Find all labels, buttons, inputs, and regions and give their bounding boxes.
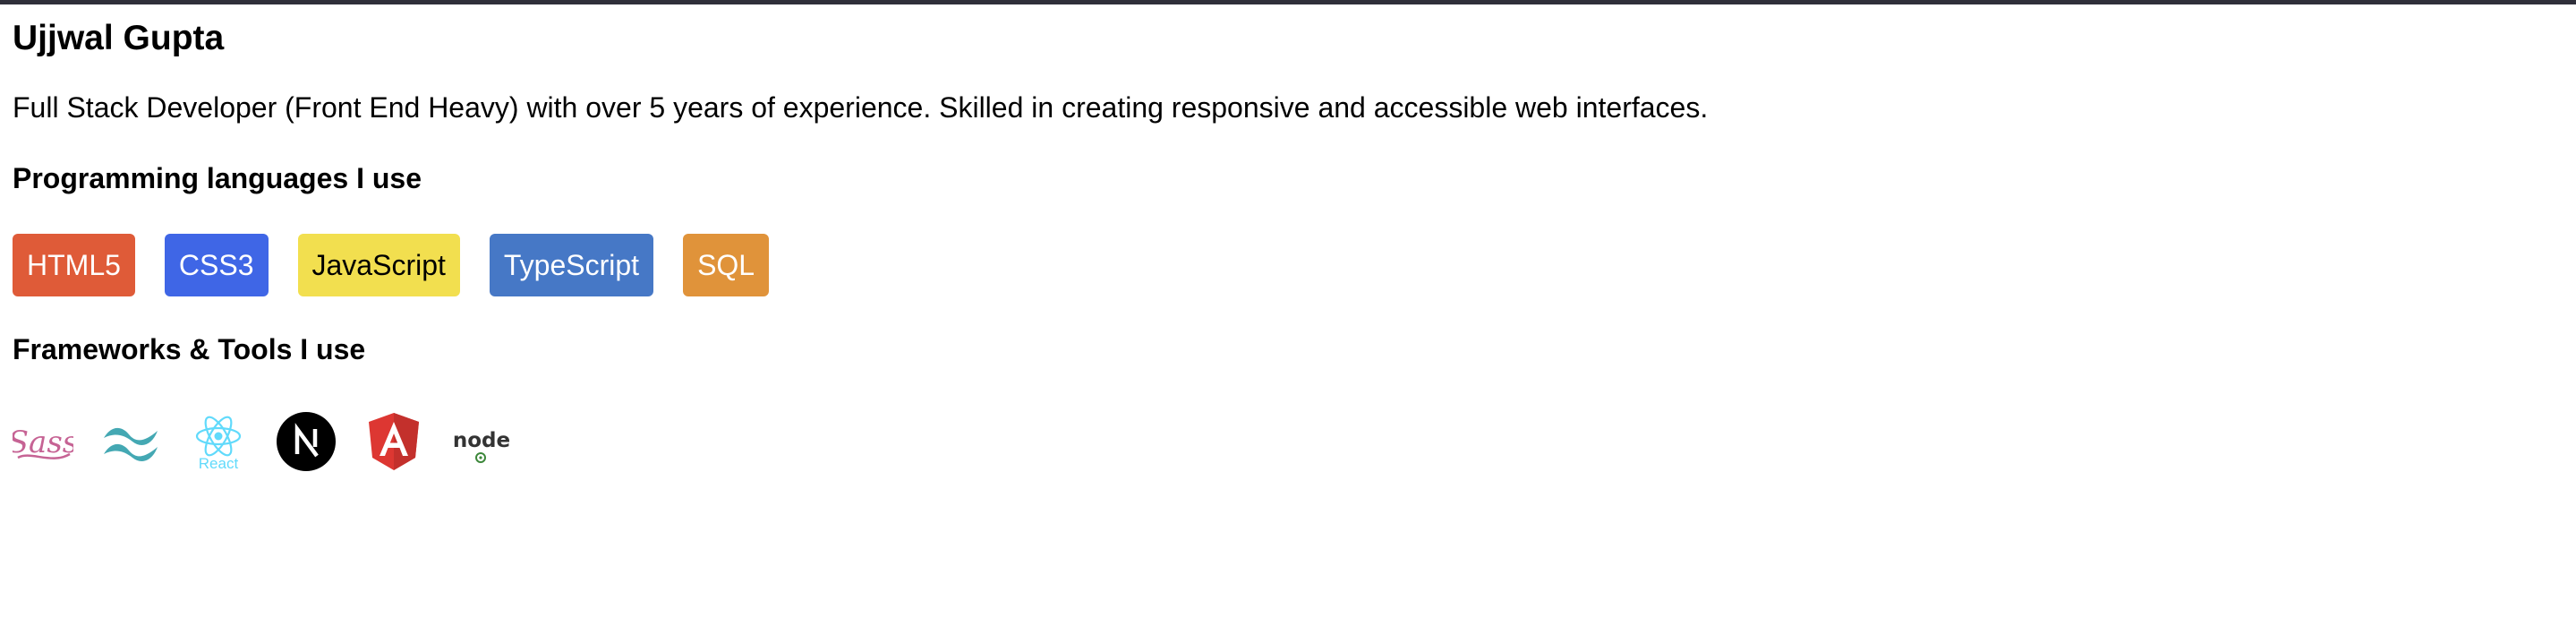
nextjs-icon [276,411,337,472]
react-wordmark: React [199,455,239,472]
node-wordmark: node [453,429,510,452]
tools-heading: Frameworks & Tools I use [13,333,366,365]
badge-html5[interactable]: HTML5 [13,234,135,296]
language-badges: HTML5 CSS3 JavaScript TypeScript SQL [13,234,770,296]
tailwind-icon [100,411,161,472]
badge-typescript[interactable]: TypeScript [489,234,654,296]
sass-icon: Sass [13,411,73,472]
angular-icon [363,411,424,472]
profile-bio: Full Stack Developer (Front End Heavy) w… [13,91,1709,124]
languages-heading: Programming languages I use [13,162,422,194]
tool-icons: Sass React [13,410,512,473]
sass-wordmark: Sass [13,425,73,460]
badge-javascript[interactable]: JavaScript [297,234,460,296]
profile-name: Ujjwal Gupta [13,19,225,57]
badge-sql[interactable]: SQL [683,234,770,296]
nodejs-icon: node [451,411,512,472]
badge-css3[interactable]: CSS3 [164,234,269,296]
react-icon: React [188,411,249,472]
top-border [0,0,2576,4]
